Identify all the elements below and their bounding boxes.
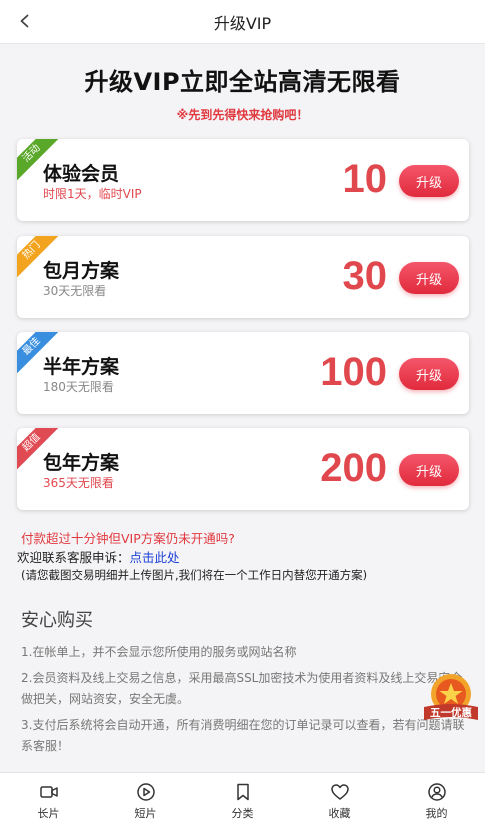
plan-name: 体验会员 [43,163,120,185]
tab-label: 长片 [37,806,60,820]
safe-item: 1.在帐单上，并不会显示您所使用的服务或网站名称 [21,645,297,659]
plan-price: 30 [342,254,388,298]
play-circle-icon [136,782,155,801]
medal-icon: 五一优惠 [424,674,478,720]
user-icon [427,782,446,801]
tab-label: 分类 [231,806,254,820]
back-button[interactable] [14,10,36,32]
safe-item: 2.会员资料及线上交易之信息，采用最高SSL加密技术为使用者资料及线上交易安全做… [21,671,463,706]
headline: 升级VIP立即全站高清无限看 [84,68,401,96]
tab-categories[interactable]: 分类 [194,773,291,829]
bookmark-icon [236,783,249,800]
plan-name: 包月方案 [43,260,120,282]
chevron-left-icon [20,14,29,28]
tab-label: 收藏 [328,806,351,820]
plan-card-halfyear: 最佳 半年方案 180天无限看 100 升级 [17,332,469,414]
plan-desc: 30天无限看 [43,284,107,298]
plan-desc: 时限1天，临时VIP [43,187,142,201]
payment-notice: 付款超过十分钟但VIP方案仍未开通吗? [21,531,235,546]
plan-card-trial: 活动 体验会员 时限1天，临时VIP 10 升级 [17,139,469,221]
plan-card-yearly: 超值 包年方案 365天无限看 200 升级 [17,428,469,510]
bottom-tab-bar: 长片 短片 分类 收藏 我的 [0,772,485,829]
plan-name: 包年方案 [43,452,120,474]
heart-icon [330,783,349,800]
plan-price: 100 [320,350,387,394]
page-title: 升级VIP [213,13,272,33]
plan-price: 10 [342,157,388,201]
promo-float-badge[interactable]: 五一优惠 [422,672,480,728]
upgrade-button-trial[interactable]: 升级 [399,165,459,197]
contact-notice-text: 欢迎联系客服申诉： [17,550,130,565]
safe-purchase-title: 安心购买 [21,610,93,631]
plan-card-monthly: 热门 包月方案 30天无限看 30 升级 [17,236,469,318]
contact-notice: 欢迎联系客服申诉：点击此处 [17,547,180,566]
contact-link[interactable]: 点击此处 [130,550,180,565]
headline-subtitle: ※先到先得快来抢购吧！ [176,108,309,122]
tab-short-videos[interactable]: 短片 [97,773,194,829]
screenshot-notice: (请您截图交易明细并上传图片,我们将在一个工作日内替您开通方案) [21,568,368,582]
video-camera-icon [39,785,58,798]
upgrade-button-monthly[interactable]: 升级 [399,262,459,294]
promo-badge-label: 五一优惠 [430,706,472,719]
safe-item: 3.支付后系统将会自动开通，所有消费明细在您的订单记录可以查看，若有问题请联系客… [21,718,465,753]
plan-price: 200 [320,446,387,490]
tab-favorites[interactable]: 收藏 [291,773,388,829]
tab-label: 短片 [134,806,157,820]
top-bar: 升级VIP [0,0,485,44]
tab-label: 我的 [425,806,448,820]
tab-mine[interactable]: 我的 [388,773,485,829]
plan-desc: 365天无限看 [43,476,114,490]
plan-name: 半年方案 [43,356,120,378]
plan-desc: 180天无限看 [43,380,114,394]
tab-long-videos[interactable]: 长片 [0,773,97,829]
upgrade-button-halfyear[interactable]: 升级 [399,358,459,390]
upgrade-button-yearly[interactable]: 升级 [399,454,459,486]
